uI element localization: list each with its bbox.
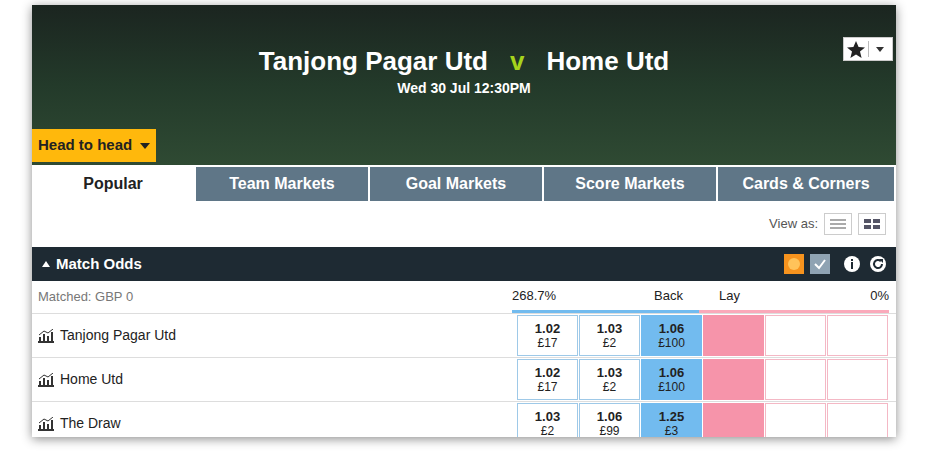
back-odds: 1.03 [597,321,622,336]
market-bar[interactable]: Match Odds [32,247,896,281]
market-title: Match Odds [56,253,784,276]
list-icon [830,219,846,229]
grid-view-button[interactable] [858,213,886,235]
back-price-button[interactable]: 1.03£2 [517,403,578,437]
back-odds: 1.25 [659,409,684,424]
runner-row: The Draw1.03£21.06£991.25£3 [32,402,896,437]
info-icon [842,254,862,274]
back-price-button[interactable]: 1.06£100 [641,315,702,356]
lay-price-button[interactable] [765,403,826,437]
back-odds: 1.03 [535,409,560,424]
tab[interactable]: Popular [32,167,196,201]
tab-label: Popular [83,172,143,196]
matched-cell: Matched: GBP 0 [38,281,516,313]
lay-price-button[interactable] [827,403,888,437]
runner-name: Tanjong Pagar Utd [60,325,176,346]
check-icon [810,254,830,274]
lay-price-button[interactable] [703,315,764,356]
lay-price-button[interactable] [703,359,764,400]
refresh-icon [868,254,888,274]
lay-percent: 0% [870,286,889,306]
lay-header: Lay 0% [699,281,889,313]
back-odds: 1.03 [597,365,622,380]
divider [868,41,869,57]
lay-price-button[interactable] [827,359,888,400]
back-odds: 1.06 [659,321,684,336]
back-label: Back [654,286,683,306]
back-price-button[interactable]: 1.02£17 [517,359,578,400]
runner-row: Tanjong Pagar Utd1.02£171.03£21.06£100 [32,314,896,358]
caret-down-icon [140,142,150,150]
chart-icon [38,329,54,343]
head-to-head-label: Head to head [38,134,132,157]
favourite-button[interactable] [843,37,893,61]
tab[interactable]: Goal Markets [370,167,544,201]
runner-name-cell: The Draw [38,413,517,434]
lay-label: Lay [719,286,740,306]
market-tools [784,254,888,274]
home-team: Tanjong Pagar Utd [259,45,488,77]
live-icon [784,254,804,274]
away-team: Home Utd [546,45,669,77]
back-percent: 268.7% [512,286,556,306]
back-price-button[interactable]: 1.25£3 [641,403,702,437]
back-amount: £100 [658,380,685,394]
back-price-button[interactable]: 1.06£100 [641,359,702,400]
back-price-button[interactable]: 1.03£2 [579,315,640,356]
back-odds: 1.02 [535,321,560,336]
grid-icon [864,219,880,229]
back-amount: £17 [537,336,557,350]
tab[interactable]: Cards & Corners [718,167,896,201]
event-time: Wed 30 Jul 12:30PM [397,79,531,97]
event-header: Tanjong Pagar Utd v Home Utd Wed 30 Jul 12:… [32,5,896,165]
star-icon [844,38,868,60]
back-odds: 1.06 [597,409,622,424]
runner-name: The Draw [60,413,121,434]
runner-name: Home Utd [60,369,123,390]
runner-name-cell: Tanjong Pagar Utd [38,325,517,346]
back-price-button[interactable]: 1.06£99 [579,403,640,437]
lay-price-button[interactable] [827,315,888,356]
lay-price-button[interactable] [765,315,826,356]
list-view-button[interactable] [824,213,852,235]
back-price-button[interactable]: 1.02£17 [517,315,578,356]
view-as-label: View as: [769,214,818,234]
back-odds: 1.02 [535,365,560,380]
back-amount: £2 [541,424,554,437]
versus: v [510,45,524,77]
back-odds: 1.06 [659,365,684,380]
back-amount: £2 [603,336,616,350]
event-title: Tanjong Pagar Utd v Home Utd [259,45,669,77]
back-price-button[interactable]: 1.03£2 [579,359,640,400]
back-amount: £100 [658,336,685,350]
tab-label: Cards & Corners [742,172,869,196]
chart-icon [38,373,54,387]
lay-price-button[interactable] [765,359,826,400]
collapse-icon [40,259,52,269]
tab-label: Score Markets [575,172,684,196]
tab-bar: Popular Team Markets Goal Markets Score Mar… [32,165,896,201]
runner-row: Home Utd1.02£171.03£21.06£100 [32,358,896,402]
tab[interactable]: Score Markets [544,167,718,201]
summary-row: Matched: GBP 0 268.7% Back Lay 0% [32,281,896,314]
tab[interactable]: Team Markets [196,167,370,201]
back-header: 268.7% Back [512,281,699,313]
chart-icon [38,417,54,431]
view-as-row: View as: [32,201,896,247]
caret-down-icon [869,38,891,60]
matched-label: Matched: GBP 0 [38,287,133,307]
back-amount: £99 [599,424,619,437]
back-amount: £17 [537,380,557,394]
runner-name-cell: Home Utd [38,369,517,390]
tab-label: Team Markets [229,172,335,196]
back-amount: £3 [665,424,678,437]
lay-price-button[interactable] [703,403,764,437]
back-amount: £2 [603,380,616,394]
tab-label: Goal Markets [406,172,506,196]
head-to-head-button[interactable]: Head to head [32,129,156,162]
